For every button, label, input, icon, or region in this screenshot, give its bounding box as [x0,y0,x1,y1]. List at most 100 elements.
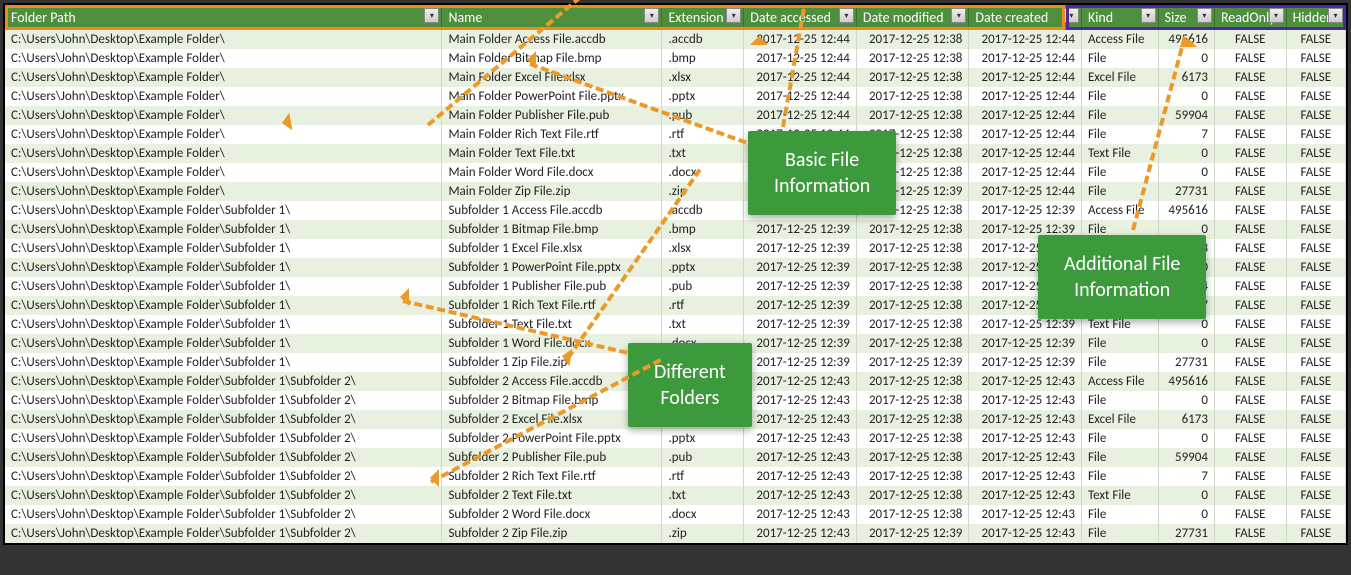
cell-ext[interactable]: .txt [662,315,744,334]
cell-created[interactable]: 2017-12-25 12:44 [969,125,1082,144]
cell-hidden[interactable]: FALSE [1286,391,1345,410]
table-row[interactable]: C:\Users\John\Desktop\Example Folder\Sub… [5,239,1346,258]
cell-folder[interactable]: C:\Users\John\Desktop\Example Folder\Sub… [5,448,442,467]
table-row[interactable]: C:\Users\John\Desktop\Example Folder\Sub… [5,353,1346,372]
filter-dropdown-icon[interactable]: ▾ [1328,8,1343,23]
cell-name[interactable]: Subfolder 2 Rich Text File.rtf [442,467,662,486]
cell-kind[interactable]: File [1081,429,1158,448]
table-row[interactable]: C:\Users\John\Desktop\Example Folder\Mai… [5,106,1346,125]
cell-name[interactable]: Subfolder 1 Excel File.xlsx [442,239,662,258]
cell-name[interactable]: Main Folder Publisher File.pub [442,106,662,125]
cell-size[interactable]: 27731 [1158,524,1214,543]
cell-created[interactable]: 2017-12-25 12:39 [969,220,1082,239]
cell-readonly[interactable]: FALSE [1214,201,1286,220]
cell-readonly[interactable]: FALSE [1214,277,1286,296]
cell-created[interactable]: 2017-12-25 12:44 [969,144,1082,163]
cell-kind[interactable]: File [1081,220,1158,239]
cell-created[interactable]: 2017-12-25 12:39 [969,201,1082,220]
cell-ext[interactable]: .xlsx [662,410,744,429]
cell-accessed[interactable]: 2017-12-25 12:43 [744,410,857,429]
cell-readonly[interactable]: FALSE [1214,68,1286,87]
cell-name[interactable]: Main Folder Text File.txt [442,144,662,163]
cell-ext[interactable]: .xlsx [662,239,744,258]
cell-folder[interactable]: C:\Users\John\Desktop\Example Folder\ [5,163,442,182]
cell-folder[interactable]: C:\Users\John\Desktop\Example Folder\Sub… [5,239,442,258]
cell-ext[interactable]: .pptx [662,429,744,448]
cell-accessed[interactable]: 2017-12-25 12:44 [744,125,857,144]
table-row[interactable]: C:\Users\John\Desktop\Example Folder\Mai… [5,87,1346,106]
cell-size[interactable]: 495616 [1158,30,1214,49]
cell-folder[interactable]: C:\Users\John\Desktop\Example Folder\ [5,68,442,87]
cell-accessed[interactable]: 2017-12-25 12:44 [744,182,857,201]
filter-dropdown-icon[interactable]: ▾ [1064,8,1079,23]
cell-hidden[interactable]: FALSE [1286,296,1345,315]
cell-size[interactable]: 0 [1158,391,1214,410]
cell-accessed[interactable]: 2017-12-25 12:43 [744,391,857,410]
cell-hidden[interactable]: FALSE [1286,49,1345,68]
cell-kind[interactable]: Access File [1081,201,1158,220]
cell-ext[interactable]: .zip [662,182,744,201]
cell-folder[interactable]: C:\Users\John\Desktop\Example Folder\Sub… [5,372,442,391]
cell-accessed[interactable]: 2017-12-25 12:44 [744,163,857,182]
cell-ext[interactable]: .bmp [662,49,744,68]
col-header-size[interactable]: Size▾ [1158,5,1214,30]
cell-modified[interactable]: 2017-12-25 12:38 [856,448,969,467]
cell-readonly[interactable]: FALSE [1214,144,1286,163]
filter-dropdown-icon[interactable]: ▾ [726,8,741,23]
cell-accessed[interactable]: 2017-12-25 12:39 [744,353,857,372]
cell-kind[interactable]: File [1081,87,1158,106]
cell-folder[interactable]: C:\Users\John\Desktop\Example Folder\Sub… [5,467,442,486]
cell-size[interactable]: 7 [1158,125,1214,144]
cell-ext[interactable]: .docx [662,334,744,353]
col-header-modified[interactable]: Date modified▾ [856,5,969,30]
cell-folder[interactable]: C:\Users\John\Desktop\Example Folder\ [5,182,442,201]
table-row[interactable]: C:\Users\John\Desktop\Example Folder\Mai… [5,163,1346,182]
cell-hidden[interactable]: FALSE [1286,87,1345,106]
cell-ext[interactable]: .pub [662,106,744,125]
cell-name[interactable]: Main Folder PowerPoint File.pptx [442,87,662,106]
cell-modified[interactable]: 2017-12-25 12:38 [856,410,969,429]
cell-ext[interactable]: .txt [662,144,744,163]
cell-accessed[interactable]: 2017-12-25 12:43 [744,524,857,543]
cell-folder[interactable]: C:\Users\John\Desktop\Example Folder\Sub… [5,429,442,448]
cell-ext[interactable]: .docx [662,163,744,182]
cell-hidden[interactable]: FALSE [1286,467,1345,486]
cell-name[interactable]: Subfolder 2 Text File.txt [442,486,662,505]
cell-created[interactable]: 2017-12-25 12:43 [969,467,1082,486]
cell-modified[interactable]: 2017-12-25 12:38 [856,239,969,258]
cell-created[interactable]: 2017-12-25 12:44 [969,30,1082,49]
cell-folder[interactable]: C:\Users\John\Desktop\Example Folder\ [5,144,442,163]
cell-name[interactable]: Subfolder 2 Zip File.zip [442,524,662,543]
cell-created[interactable]: 2017-12-25 12:39 [969,296,1082,315]
cell-modified[interactable]: 2017-12-25 12:38 [856,201,969,220]
cell-readonly[interactable]: FALSE [1214,315,1286,334]
table-row[interactable]: C:\Users\John\Desktop\Example Folder\Mai… [5,182,1346,201]
filter-dropdown-icon[interactable]: ▾ [1197,8,1212,23]
filter-dropdown-icon[interactable]: ▾ [1269,8,1284,23]
cell-kind[interactable]: File [1081,163,1158,182]
cell-name[interactable]: Subfolder 1 Access File.accdb [442,201,662,220]
cell-name[interactable]: Main Folder Bitmap File.bmp [442,49,662,68]
cell-folder[interactable]: C:\Users\John\Desktop\Example Folder\Sub… [5,201,442,220]
cell-name[interactable]: Subfolder 1 Bitmap File.bmp [442,220,662,239]
table-row[interactable]: C:\Users\John\Desktop\Example Folder\Sub… [5,315,1346,334]
cell-kind[interactable]: Excel File [1081,239,1158,258]
filter-dropdown-icon[interactable]: ▾ [1141,8,1156,23]
cell-kind[interactable]: File [1081,277,1158,296]
cell-folder[interactable]: C:\Users\John\Desktop\Example Folder\Sub… [5,505,442,524]
cell-folder[interactable]: C:\Users\John\Desktop\Example Folder\Sub… [5,524,442,543]
col-header-hidden[interactable]: Hidden▾ [1286,5,1345,30]
table-row[interactable]: C:\Users\John\Desktop\Example Folder\Mai… [5,30,1346,49]
cell-folder[interactable]: C:\Users\John\Desktop\Example Folder\Sub… [5,410,442,429]
table-row[interactable]: C:\Users\John\Desktop\Example Folder\Sub… [5,448,1346,467]
filter-dropdown-icon[interactable]: ▾ [839,8,854,23]
cell-folder[interactable]: C:\Users\John\Desktop\Example Folder\ [5,106,442,125]
cell-created[interactable]: 2017-12-25 12:43 [969,448,1082,467]
cell-created[interactable]: 2017-12-25 12:39 [969,239,1082,258]
cell-hidden[interactable]: FALSE [1286,106,1345,125]
cell-readonly[interactable]: FALSE [1214,429,1286,448]
cell-name[interactable]: Subfolder 1 Rich Text File.rtf [442,296,662,315]
cell-ext[interactable]: .bmp [662,220,744,239]
cell-kind[interactable]: Access File [1081,372,1158,391]
cell-hidden[interactable]: FALSE [1286,277,1345,296]
